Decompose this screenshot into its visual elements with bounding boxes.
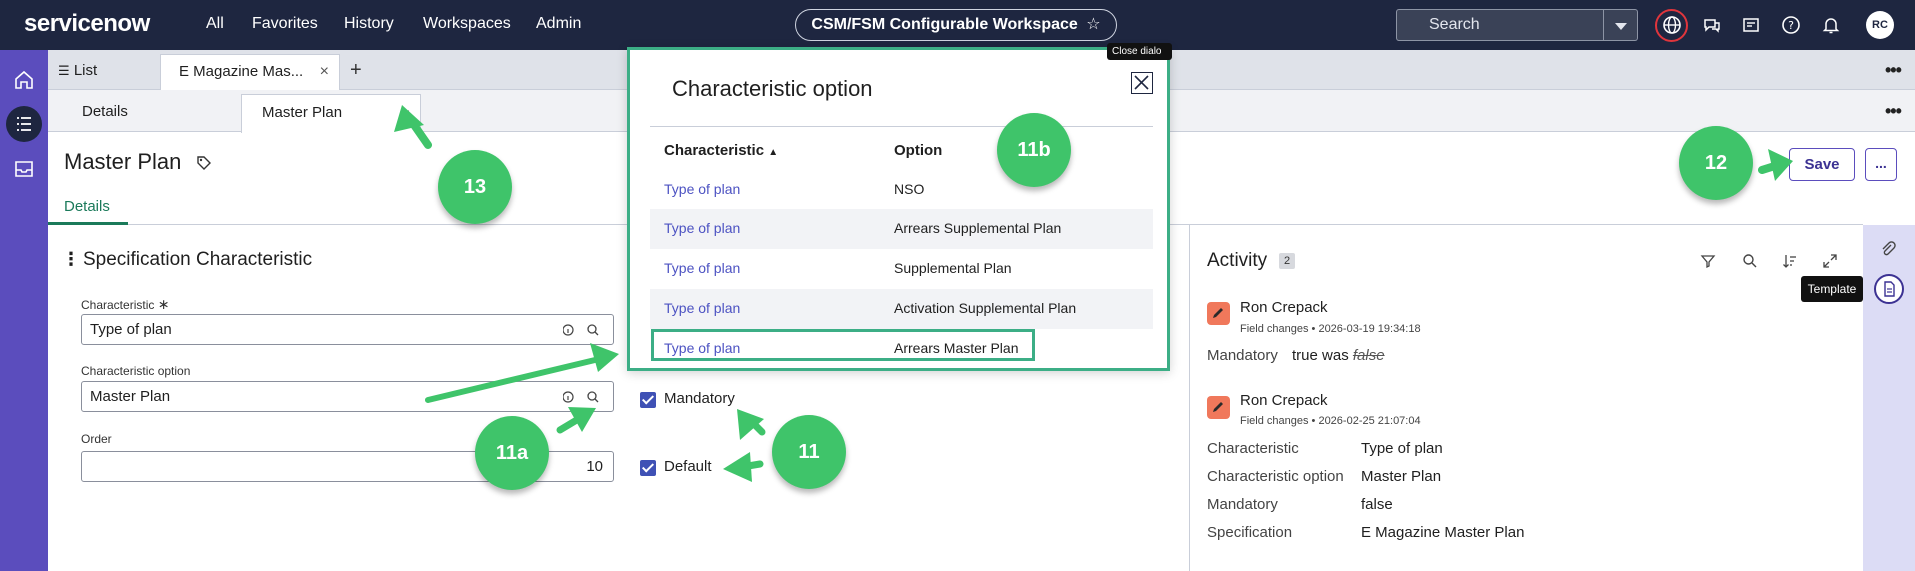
- callout-11b: 11b: [997, 113, 1071, 187]
- callout-11: 11: [772, 415, 846, 489]
- callout-11a: 11a: [475, 416, 549, 490]
- annotation-arrows: [394, 105, 1793, 482]
- callout-12: 12: [1679, 126, 1753, 200]
- callout-13: 13: [438, 150, 512, 224]
